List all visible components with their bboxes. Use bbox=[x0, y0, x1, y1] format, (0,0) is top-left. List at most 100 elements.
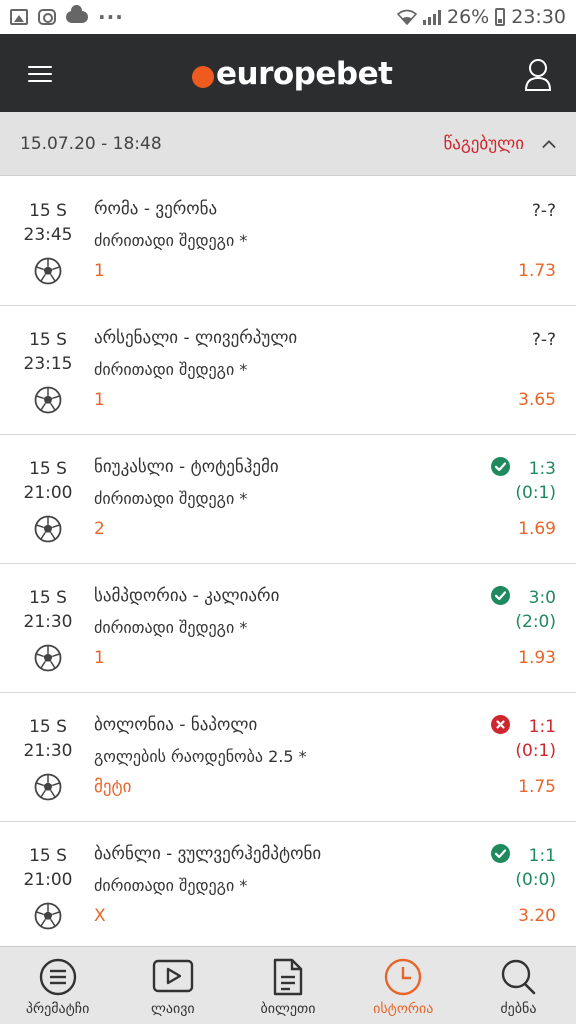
wifi-icon bbox=[397, 9, 417, 25]
gallery-icon bbox=[10, 9, 28, 25]
play-screen-icon bbox=[152, 959, 193, 993]
match-day: 15 S bbox=[29, 717, 67, 737]
match-name: არსენალი - ლივერპული bbox=[94, 328, 298, 348]
match-datetime: 15 S 21:00 bbox=[0, 844, 96, 892]
nav-prematch-label: პრემატჩი bbox=[25, 1001, 90, 1017]
menu-button[interactable] bbox=[28, 66, 52, 82]
logo[interactable]: europebet bbox=[192, 54, 393, 94]
market-name: გოლების რაოდენობა 2.5 * bbox=[94, 747, 307, 766]
match-day: 15 S bbox=[29, 846, 67, 866]
status-bar: ··· 26% 23:30 bbox=[0, 0, 576, 34]
soccer-ball-icon bbox=[34, 386, 62, 414]
signal-icon bbox=[423, 9, 441, 25]
match-day: 15 S bbox=[29, 588, 67, 608]
full-time-score: 1:1 bbox=[528, 846, 556, 866]
instagram-icon bbox=[38, 9, 56, 25]
match-score: 3:0 (2:0) bbox=[515, 586, 556, 634]
market-name: ძირითადი შედეგი * bbox=[94, 618, 248, 637]
match-datetime: 15 S 21:30 bbox=[0, 715, 96, 763]
nav-prematch[interactable]: პრემატჩი bbox=[0, 947, 115, 1024]
bet-row[interactable]: 15 S 21:00 ბარნლი - ვულვერჰემპტონი ძირით… bbox=[0, 822, 576, 951]
selection: 1 bbox=[94, 261, 105, 281]
logo-text: europebet bbox=[216, 56, 393, 92]
bottom-nav: პრემატჩი ლაივი ბილეთი ისტორია ძებნა bbox=[0, 946, 576, 1024]
lost-cross-icon bbox=[491, 715, 510, 734]
chevron-up-icon[interactable] bbox=[542, 137, 556, 151]
half-time-score: (0:1) bbox=[515, 483, 556, 503]
half-time-score: (2:0) bbox=[515, 612, 556, 632]
odds: 1.75 bbox=[518, 777, 556, 797]
nav-search-label: ძებნა bbox=[500, 1001, 537, 1017]
logo-dot-icon bbox=[192, 66, 214, 88]
won-check-icon bbox=[491, 586, 510, 605]
cloud-icon bbox=[66, 5, 88, 23]
market-name: ძირითადი შედეგი * bbox=[94, 876, 248, 895]
won-check-icon bbox=[491, 844, 510, 863]
document-icon bbox=[273, 958, 303, 996]
match-datetime: 15 S 23:45 bbox=[0, 199, 96, 247]
market-name: ძირითადი შედეგი * bbox=[94, 489, 248, 508]
match-score: 1:1 (0:0) bbox=[515, 844, 556, 892]
bet-list: 15 S 23:45 რომა - ვერონა ძირითადი შედეგი… bbox=[0, 177, 576, 951]
half-time-score: (0:1) bbox=[515, 741, 556, 761]
soccer-ball-icon bbox=[34, 644, 62, 672]
odds: 1.93 bbox=[518, 648, 556, 668]
match-score: ?-? bbox=[532, 328, 556, 352]
soccer-ball-icon bbox=[34, 902, 62, 930]
user-icon[interactable] bbox=[524, 58, 552, 92]
match-time: 21:30 bbox=[23, 612, 73, 632]
match-time: 21:00 bbox=[23, 483, 73, 503]
soccer-ball-icon bbox=[34, 257, 62, 285]
full-time-score: ?-? bbox=[531, 330, 556, 350]
clock: 23:30 bbox=[511, 6, 566, 28]
match-name: რომა - ვერონა bbox=[94, 199, 218, 219]
half-time-score: (0:0) bbox=[515, 870, 556, 890]
selection: X bbox=[94, 906, 106, 926]
match-score: 1:1 (0:1) bbox=[515, 715, 556, 763]
market-name: ძირითადი შედეგი * bbox=[94, 360, 248, 379]
market-name: ძირითადი შედეგი * bbox=[94, 231, 248, 250]
nav-history[interactable]: ისტორია bbox=[346, 947, 461, 1024]
match-time: 23:15 bbox=[23, 354, 73, 374]
nav-live[interactable]: ლაივი bbox=[115, 947, 230, 1024]
ticket-datetime: 15.07.20 - 18:48 bbox=[20, 133, 162, 154]
nav-live-label: ლაივი bbox=[150, 1001, 195, 1017]
selection: 2 bbox=[94, 519, 105, 539]
match-day: 15 S bbox=[29, 201, 67, 221]
nav-search[interactable]: ძებნა bbox=[461, 947, 576, 1024]
match-name: ნიუკასლი - ტოტენჰემი bbox=[94, 457, 279, 477]
full-time-score: 1:1 bbox=[528, 717, 556, 737]
full-time-score: 3:0 bbox=[528, 588, 556, 608]
bet-row[interactable]: 15 S 21:30 ბოლონია - ნაპოლი გოლების რაოდ… bbox=[0, 693, 576, 822]
more-notifications-icon: ··· bbox=[98, 5, 124, 29]
match-day: 15 S bbox=[29, 459, 67, 479]
odds: 3.65 bbox=[518, 390, 556, 410]
selection: მეტი bbox=[94, 777, 132, 797]
match-name: ბარნლი - ვულვერჰემპტონი bbox=[94, 844, 322, 864]
list-circle-icon bbox=[39, 958, 76, 996]
battery-percent: 26% bbox=[447, 6, 490, 28]
selection: 1 bbox=[94, 390, 105, 410]
nav-history-label: ისტორია bbox=[373, 1001, 434, 1017]
odds: 3.20 bbox=[518, 906, 556, 926]
ticket-status: წაგებული bbox=[443, 133, 524, 154]
odds: 1.69 bbox=[518, 519, 556, 539]
nav-tickets-label: ბილეთი bbox=[260, 1001, 316, 1017]
match-datetime: 15 S 21:30 bbox=[0, 586, 96, 634]
match-time: 21:30 bbox=[23, 741, 73, 761]
ticket-header[interactable]: 15.07.20 - 18:48 წაგებული bbox=[0, 112, 576, 176]
bet-row[interactable]: 15 S 23:15 არსენალი - ლივერპული ძირითადი… bbox=[0, 306, 576, 435]
soccer-ball-icon bbox=[34, 773, 62, 801]
match-datetime: 15 S 23:15 bbox=[0, 328, 96, 376]
bet-row[interactable]: 15 S 23:45 რომა - ვერონა ძირითადი შედეგი… bbox=[0, 177, 576, 306]
match-time: 23:45 bbox=[23, 225, 73, 245]
full-time-score: ?-? bbox=[531, 201, 556, 221]
full-time-score: 1:3 bbox=[528, 459, 556, 479]
bet-row[interactable]: 15 S 21:30 სამპდორია - კალიარი ძირითადი … bbox=[0, 564, 576, 693]
bet-row[interactable]: 15 S 21:00 ნიუკასლი - ტოტენჰემი ძირითადი… bbox=[0, 435, 576, 564]
search-icon bbox=[502, 959, 536, 995]
nav-tickets[interactable]: ბილეთი bbox=[230, 947, 345, 1024]
soccer-ball-icon bbox=[34, 515, 62, 543]
match-name: სამპდორია - კალიარი bbox=[94, 586, 280, 606]
odds: 1.73 bbox=[518, 261, 556, 281]
